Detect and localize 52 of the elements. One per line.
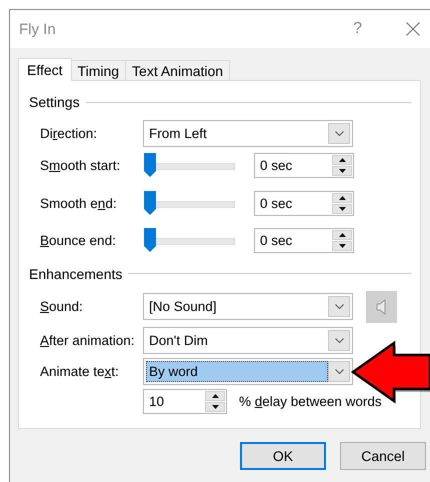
slider-thumb[interactable] [144, 190, 156, 214]
down-triangle-icon [212, 404, 218, 408]
tab[interactable]: Timing [70, 60, 126, 80]
slider[interactable] [144, 190, 236, 214]
spin-field[interactable]: 0 sec [254, 190, 354, 216]
spin-field[interactable]: 10 [143, 388, 227, 414]
field-label: After animation: [40, 332, 136, 348]
spin-down-button[interactable] [332, 241, 352, 251]
down-triangle-icon [338, 169, 346, 173]
close-icon[interactable] [406, 22, 420, 36]
spin-down-button[interactable] [332, 166, 352, 176]
down-triangle-icon [338, 206, 346, 210]
tab[interactable]: Effect [18, 58, 72, 81]
field-label: Animate text: [40, 364, 120, 378]
field-label: Sound: [40, 299, 84, 314]
dialog-button[interactable]: OK [240, 442, 326, 470]
dropdown-field[interactable]: From Left [143, 120, 353, 147]
speaker-icon [376, 298, 388, 314]
up-triangle-icon [212, 394, 218, 398]
field-label: Smooth start: [40, 158, 122, 173]
slider[interactable] [144, 153, 236, 177]
spin-up-button[interactable] [332, 192, 352, 202]
spin-up-button[interactable] [332, 155, 352, 165]
field-label: Direction: [40, 126, 98, 141]
field-label: Smooth end: [40, 196, 118, 210]
chevron-icon [334, 368, 344, 374]
dialog-button[interactable]: Cancel [340, 442, 426, 470]
up-triangle-icon [338, 196, 346, 200]
spin-down-button[interactable] [205, 402, 225, 412]
spin-up-button[interactable] [332, 230, 352, 240]
chevron-icon [334, 338, 344, 342]
spin-field[interactable]: 0 sec [254, 228, 354, 253]
dropdown-field[interactable]: [No Sound] [143, 293, 353, 320]
up-triangle-icon [338, 158, 346, 162]
group-title: Settings [29, 94, 80, 110]
down-triangle-icon [338, 244, 346, 248]
dropdown-field[interactable]: Don't Dim [143, 326, 353, 354]
spin-down-button[interactable] [332, 204, 352, 214]
chevron-icon [334, 131, 344, 136]
slider[interactable] [144, 228, 236, 252]
spin-up-button[interactable] [205, 390, 225, 400]
group-title: Enhancements [29, 266, 122, 282]
delay-label: % delay between words [239, 394, 382, 408]
slider-thumb[interactable] [144, 228, 156, 252]
chevron-icon [334, 304, 344, 309]
tab[interactable]: Text Animation [125, 60, 230, 80]
dropdown-field[interactable]: By word [143, 358, 353, 384]
window-title: Fly In [19, 20, 56, 38]
field-label: Bounce end: [40, 233, 117, 248]
up-triangle-icon [338, 233, 346, 237]
spin-field[interactable]: 0 sec [254, 153, 354, 178]
slider-thumb[interactable] [144, 153, 156, 177]
